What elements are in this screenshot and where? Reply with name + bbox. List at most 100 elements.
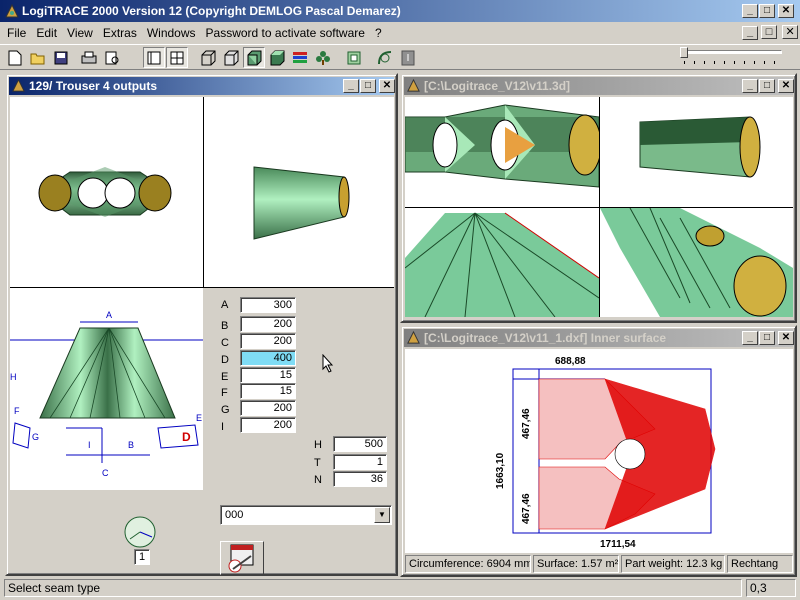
window-3d-titlebar: [C:\Logitrace_V12\v11.3d] _ □ ✕ bbox=[404, 77, 794, 95]
slider-thumb[interactable] bbox=[680, 47, 688, 58]
curve-icon[interactable] bbox=[374, 47, 396, 68]
preview-icon[interactable] bbox=[101, 47, 123, 68]
window-dxf-title: [C:\Logitrace_V12\v11_1.dxf] Inner surfa… bbox=[424, 331, 667, 345]
param-label-d: D bbox=[221, 354, 229, 366]
3d-minimize-button[interactable]: _ bbox=[742, 79, 758, 93]
seam-type-value[interactable]: 1 bbox=[134, 549, 150, 565]
param-label-e: E bbox=[221, 371, 229, 383]
param-d-input[interactable]: 400 bbox=[240, 350, 296, 366]
box-cube-icon[interactable] bbox=[220, 47, 242, 68]
save-icon[interactable] bbox=[50, 47, 72, 68]
single-view-icon[interactable] bbox=[143, 47, 165, 68]
app-title: LogiTRACE 2000 Version 12 (Copyright DEM… bbox=[22, 4, 401, 18]
param-b-input[interactable]: 200 bbox=[240, 316, 296, 332]
frame-icon[interactable] bbox=[343, 47, 365, 68]
gray-tool-icon[interactable] bbox=[397, 47, 419, 68]
param-e-input[interactable]: 15 bbox=[240, 367, 296, 383]
param-f-input[interactable]: 15 bbox=[240, 383, 296, 399]
param-label-g: G bbox=[221, 404, 230, 416]
label-i: I bbox=[88, 440, 91, 450]
param-label-h: H bbox=[314, 439, 322, 451]
seam-dropdown-value: 000 bbox=[225, 509, 244, 521]
dxf-close-button[interactable]: ✕ bbox=[778, 331, 794, 345]
param-n-input[interactable]: 36 bbox=[333, 471, 387, 487]
left-maximize-button[interactable]: □ bbox=[360, 79, 376, 93]
solid-cube-icon[interactable] bbox=[266, 47, 288, 68]
shape-readout: Rechtang bbox=[727, 555, 793, 573]
new-icon[interactable] bbox=[4, 47, 26, 68]
left-window-title: 129/ Trouser 4 outputs bbox=[29, 79, 158, 93]
tree-icon[interactable] bbox=[312, 47, 334, 68]
menu-file[interactable]: File bbox=[7, 26, 26, 40]
param-label-b: B bbox=[221, 320, 229, 332]
doc-3d-icon bbox=[407, 78, 420, 92]
view-3d-iso[interactable] bbox=[600, 208, 793, 317]
wireframe-cube-icon[interactable] bbox=[197, 47, 219, 68]
dxf-view[interactable]: 688,88 1711,54 1663,10 467,46 467,46 bbox=[405, 349, 793, 553]
seam-type-selector[interactable]: 1 bbox=[122, 515, 158, 571]
doc-dxf-icon bbox=[407, 330, 420, 344]
view-3d-front[interactable] bbox=[405, 97, 599, 207]
menu-edit[interactable]: Edit bbox=[36, 26, 57, 40]
label-e: E bbox=[196, 413, 202, 423]
color-map-icon[interactable] bbox=[289, 47, 311, 68]
param-label-c: C bbox=[221, 337, 229, 349]
menu-password[interactable]: Password to activate software bbox=[206, 26, 365, 40]
label-c: C bbox=[102, 468, 109, 478]
menu-extras[interactable]: Extras bbox=[103, 26, 137, 40]
zoom-slider[interactable] bbox=[680, 47, 784, 67]
param-g-input[interactable]: 200 bbox=[240, 400, 296, 416]
menu-view[interactable]: View bbox=[67, 26, 93, 40]
dxf-maximize-button[interactable]: □ bbox=[759, 331, 775, 345]
mdi-close-button[interactable]: ✕ bbox=[782, 25, 799, 39]
status-value: 0,3 bbox=[746, 579, 796, 597]
circumference-readout: Circumference: 6904 mm bbox=[405, 555, 531, 573]
view-top-left[interactable] bbox=[10, 97, 203, 287]
window-dxf-titlebar: [C:\Logitrace_V12\v11_1.dxf] Inner surfa… bbox=[404, 329, 794, 347]
open-icon[interactable] bbox=[27, 47, 49, 68]
doc-icon bbox=[12, 78, 25, 92]
3d-close-button[interactable]: ✕ bbox=[778, 79, 794, 93]
layout-icon[interactable] bbox=[166, 47, 188, 68]
status-message: Select seam type bbox=[4, 579, 742, 597]
view-3d-bottom[interactable] bbox=[405, 208, 599, 317]
menu-windows[interactable]: Windows bbox=[147, 26, 196, 40]
menu-help[interactable]: ? bbox=[375, 26, 382, 40]
app-titlebar: LogiTRACE 2000 Version 12 (Copyright DEM… bbox=[0, 0, 800, 22]
view-top-right[interactable] bbox=[204, 97, 394, 287]
app-icon bbox=[5, 3, 19, 18]
param-t-input[interactable]: 1 bbox=[333, 454, 387, 470]
mdi-restore-button[interactable]: □ bbox=[761, 25, 778, 39]
left-minimize-button[interactable]: _ bbox=[343, 79, 359, 93]
seam-dropdown[interactable]: 000 ▼ bbox=[220, 505, 392, 525]
dimension-diagram: A F G I C B D E H bbox=[10, 288, 203, 490]
param-i-input[interactable]: 200 bbox=[240, 417, 296, 433]
minimize-button[interactable]: _ bbox=[742, 4, 758, 18]
view-3d-side[interactable] bbox=[600, 97, 793, 207]
param-h-input[interactable]: 500 bbox=[333, 436, 387, 452]
maximize-button[interactable]: □ bbox=[759, 4, 775, 18]
dim-left-total-label: 1663,10 bbox=[495, 452, 506, 489]
param-c-input[interactable]: 200 bbox=[240, 333, 296, 349]
dim-left-upper-label: 467,46 bbox=[521, 408, 532, 439]
shaded-cube-icon[interactable] bbox=[243, 47, 265, 68]
close-button[interactable]: ✕ bbox=[778, 4, 794, 18]
3d-maximize-button[interactable]: □ bbox=[759, 79, 775, 93]
mdi-controls: _ □ ✕ bbox=[742, 25, 799, 40]
print-icon[interactable] bbox=[78, 47, 100, 68]
param-a-input[interactable]: 300 bbox=[240, 297, 296, 313]
dxf-minimize-button[interactable]: _ bbox=[742, 331, 758, 345]
draw-tool-button[interactable] bbox=[220, 541, 264, 575]
seam-gauge-icon bbox=[124, 516, 156, 548]
label-d: D bbox=[182, 430, 191, 444]
param-label-t: T bbox=[314, 457, 321, 469]
mdi-minimize-button[interactable]: _ bbox=[742, 26, 758, 40]
label-g: G bbox=[32, 432, 39, 442]
mouse-cursor-icon bbox=[322, 354, 334, 373]
window-3d-title: [C:\Logitrace_V12\v11.3d] bbox=[424, 79, 571, 93]
param-label-n: N bbox=[314, 474, 322, 486]
left-close-button[interactable]: ✕ bbox=[379, 79, 395, 93]
param-label-f: F bbox=[221, 387, 228, 399]
dropdown-arrow-button[interactable]: ▼ bbox=[374, 507, 390, 523]
dim-left-lower-label: 467,46 bbox=[521, 493, 532, 524]
